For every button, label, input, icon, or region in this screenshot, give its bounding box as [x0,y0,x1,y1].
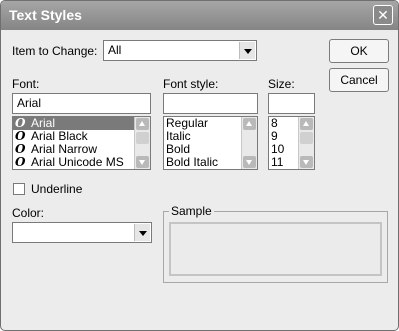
text-styles-dialog: Text Styles ✕ Item to Change: All OK Can… [0,0,399,331]
scroll-down-icon[interactable] [243,156,256,168]
color-label: Color: [12,206,45,220]
font-style-label: Font style: [163,77,219,91]
scroll-thumb[interactable] [136,132,149,144]
font-label: Font: [12,77,40,91]
color-dropdown[interactable] [12,222,152,243]
scroll-up-icon[interactable] [300,118,313,130]
size-input[interactable] [268,93,315,114]
size-label: Size: [268,77,295,91]
underline-checkbox[interactable] [13,183,25,195]
font-style-list[interactable]: Regular Italic Bold Bold Italic [163,116,258,170]
title-bar[interactable]: Text Styles ✕ [1,1,398,30]
size-list-scrollbar[interactable] [298,117,314,169]
sample-group: Sample [163,204,388,283]
font-input-value: Arial [17,96,42,110]
scroll-down-icon[interactable] [300,156,313,168]
font-list-scrollbar[interactable] [134,117,150,169]
close-button[interactable]: ✕ [373,5,393,25]
scroll-thumb[interactable] [300,132,313,144]
cancel-button[interactable]: Cancel [329,68,389,92]
close-icon: ✕ [377,7,389,23]
scroll-down-icon[interactable] [136,156,149,168]
chevron-down-icon[interactable] [239,42,255,59]
item-to-change-dropdown[interactable]: All [103,40,257,61]
dialog-title: Text Styles [9,7,82,23]
font-style-list-scrollbar[interactable] [241,117,257,169]
font-list[interactable]: O Arial O Arial Black O Arial Narrow O Arial… [12,116,151,170]
scroll-up-icon[interactable] [243,118,256,130]
sample-preview [169,222,382,276]
opentype-font-icon: O [15,155,26,169]
ok-button[interactable]: OK [329,39,389,63]
sample-label: Sample [169,204,214,218]
item-to-change-label: Item to Change: [12,44,98,58]
item-to-change-value: All [108,43,122,57]
scroll-up-icon[interactable] [136,118,149,130]
chevron-down-icon[interactable] [134,224,150,241]
underline-label: Underline [31,182,83,196]
size-list[interactable]: 8 9 10 11 [268,116,315,170]
font-list-item[interactable]: O Arial Unicode MS [13,156,150,169]
font-style-input[interactable] [163,93,258,114]
font-input[interactable]: Arial [12,93,151,114]
